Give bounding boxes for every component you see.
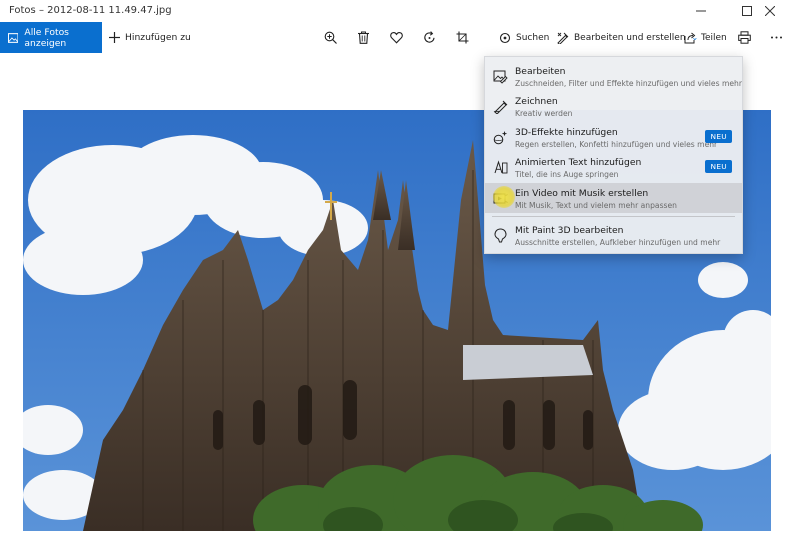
menu-item-title: 3D-Effekte hinzufügen <box>515 127 618 138</box>
menu-item-title: Bearbeiten <box>515 66 566 77</box>
add-to-button[interactable]: Hinzufügen zu <box>109 22 191 53</box>
paint3d-icon <box>493 228 508 243</box>
rotate-button[interactable] <box>421 29 438 46</box>
menu-item-subtitle: Ausschnitte erstellen, Aufkleber hinzufü… <box>515 238 721 247</box>
new-badge: NEU <box>705 160 732 173</box>
trash-icon <box>358 31 369 44</box>
minimize-icon <box>696 10 706 12</box>
heart-icon <box>390 32 403 44</box>
crop-button[interactable] <box>454 29 471 46</box>
menu-item-create-video[interactable]: Ein Video mit Musik erstellen Mit Musik,… <box>485 183 742 213</box>
menu-item-title: Ein Video mit Musik erstellen <box>515 188 649 199</box>
new-badge: NEU <box>705 130 732 143</box>
more-icon <box>771 36 782 39</box>
edit-create-label: Bearbeiten und erstellen <box>574 32 686 43</box>
share-label: Teilen <box>701 32 727 43</box>
edit-create-menu: Bearbeiten Zuschneiden, Filter und Effek… <box>484 56 743 254</box>
cursor-highlight <box>493 186 515 208</box>
window-title: Fotos – 2012-08-11 11.49.47.jpg <box>9 5 172 16</box>
animated-text-icon <box>493 160 508 175</box>
menu-item-paint3d[interactable]: Mit Paint 3D bearbeiten Ausschnitte erst… <box>485 220 742 250</box>
crop-icon <box>456 31 469 44</box>
delete-button[interactable] <box>355 29 372 46</box>
search-label: Suchen <box>516 32 550 43</box>
zoom-in-icon <box>324 31 337 44</box>
plus-icon <box>109 32 120 43</box>
close-icon <box>765 6 775 16</box>
menu-item-animated-text[interactable]: Animierten Text hinzufügen Titel, die in… <box>485 152 742 182</box>
menu-item-subtitle: Regen erstellen, Konfetti hinzufügen und… <box>515 140 718 149</box>
menu-item-subtitle: Mit Musik, Text und vielem mehr anpassen <box>515 201 677 210</box>
share-button[interactable]: Teilen <box>684 22 727 53</box>
photos-icon <box>8 32 19 43</box>
toolbar: Alle Fotos anzeigen Hinzufügen zu Suchen… <box>0 22 790 53</box>
menu-item-draw[interactable]: Zeichnen Kreativ werden <box>485 91 742 121</box>
menu-item-3d-effects[interactable]: 3D-Effekte hinzufügen Regen erstellen, K… <box>485 122 742 152</box>
add-to-label: Hinzufügen zu <box>125 32 191 43</box>
printer-icon <box>738 31 751 44</box>
favorite-button[interactable] <box>388 29 405 46</box>
menu-item-title: Zeichnen <box>515 96 558 107</box>
menu-separator <box>492 216 735 217</box>
more-options-button[interactable] <box>768 29 785 46</box>
search-button[interactable]: Suchen <box>499 22 549 53</box>
minimize-button[interactable] <box>678 0 724 22</box>
menu-item-title: Animierten Text hinzufügen <box>515 157 642 168</box>
zoom-button[interactable] <box>322 29 339 46</box>
search-icon <box>499 32 511 43</box>
menu-item-title: Mit Paint 3D bearbeiten <box>515 225 624 236</box>
rotate-icon <box>424 31 435 43</box>
pen-icon <box>493 99 508 115</box>
3d-effects-icon <box>493 130 508 145</box>
all-photos-label: Alle Fotos anzeigen <box>24 26 69 49</box>
menu-item-subtitle: Zuschneiden, Filter und Effekte hinzufüg… <box>515 79 742 88</box>
print-button[interactable] <box>736 29 753 46</box>
menu-item-edit[interactable]: Bearbeiten Zuschneiden, Filter und Effek… <box>485 61 742 91</box>
share-icon <box>684 32 696 43</box>
edit-create-button[interactable]: Bearbeiten und erstellen ⌄ <box>557 22 698 53</box>
image-edit-icon <box>493 69 508 84</box>
edit-create-icon <box>557 32 569 44</box>
title-bar: Fotos – 2012-08-11 11.49.47.jpg <box>0 0 790 22</box>
menu-item-subtitle: Kreativ werden <box>515 109 573 118</box>
all-photos-button[interactable]: Alle Fotos anzeigen <box>0 22 102 53</box>
close-button[interactable] <box>750 0 790 22</box>
menu-item-subtitle: Titel, die ins Auge springen <box>515 170 619 179</box>
